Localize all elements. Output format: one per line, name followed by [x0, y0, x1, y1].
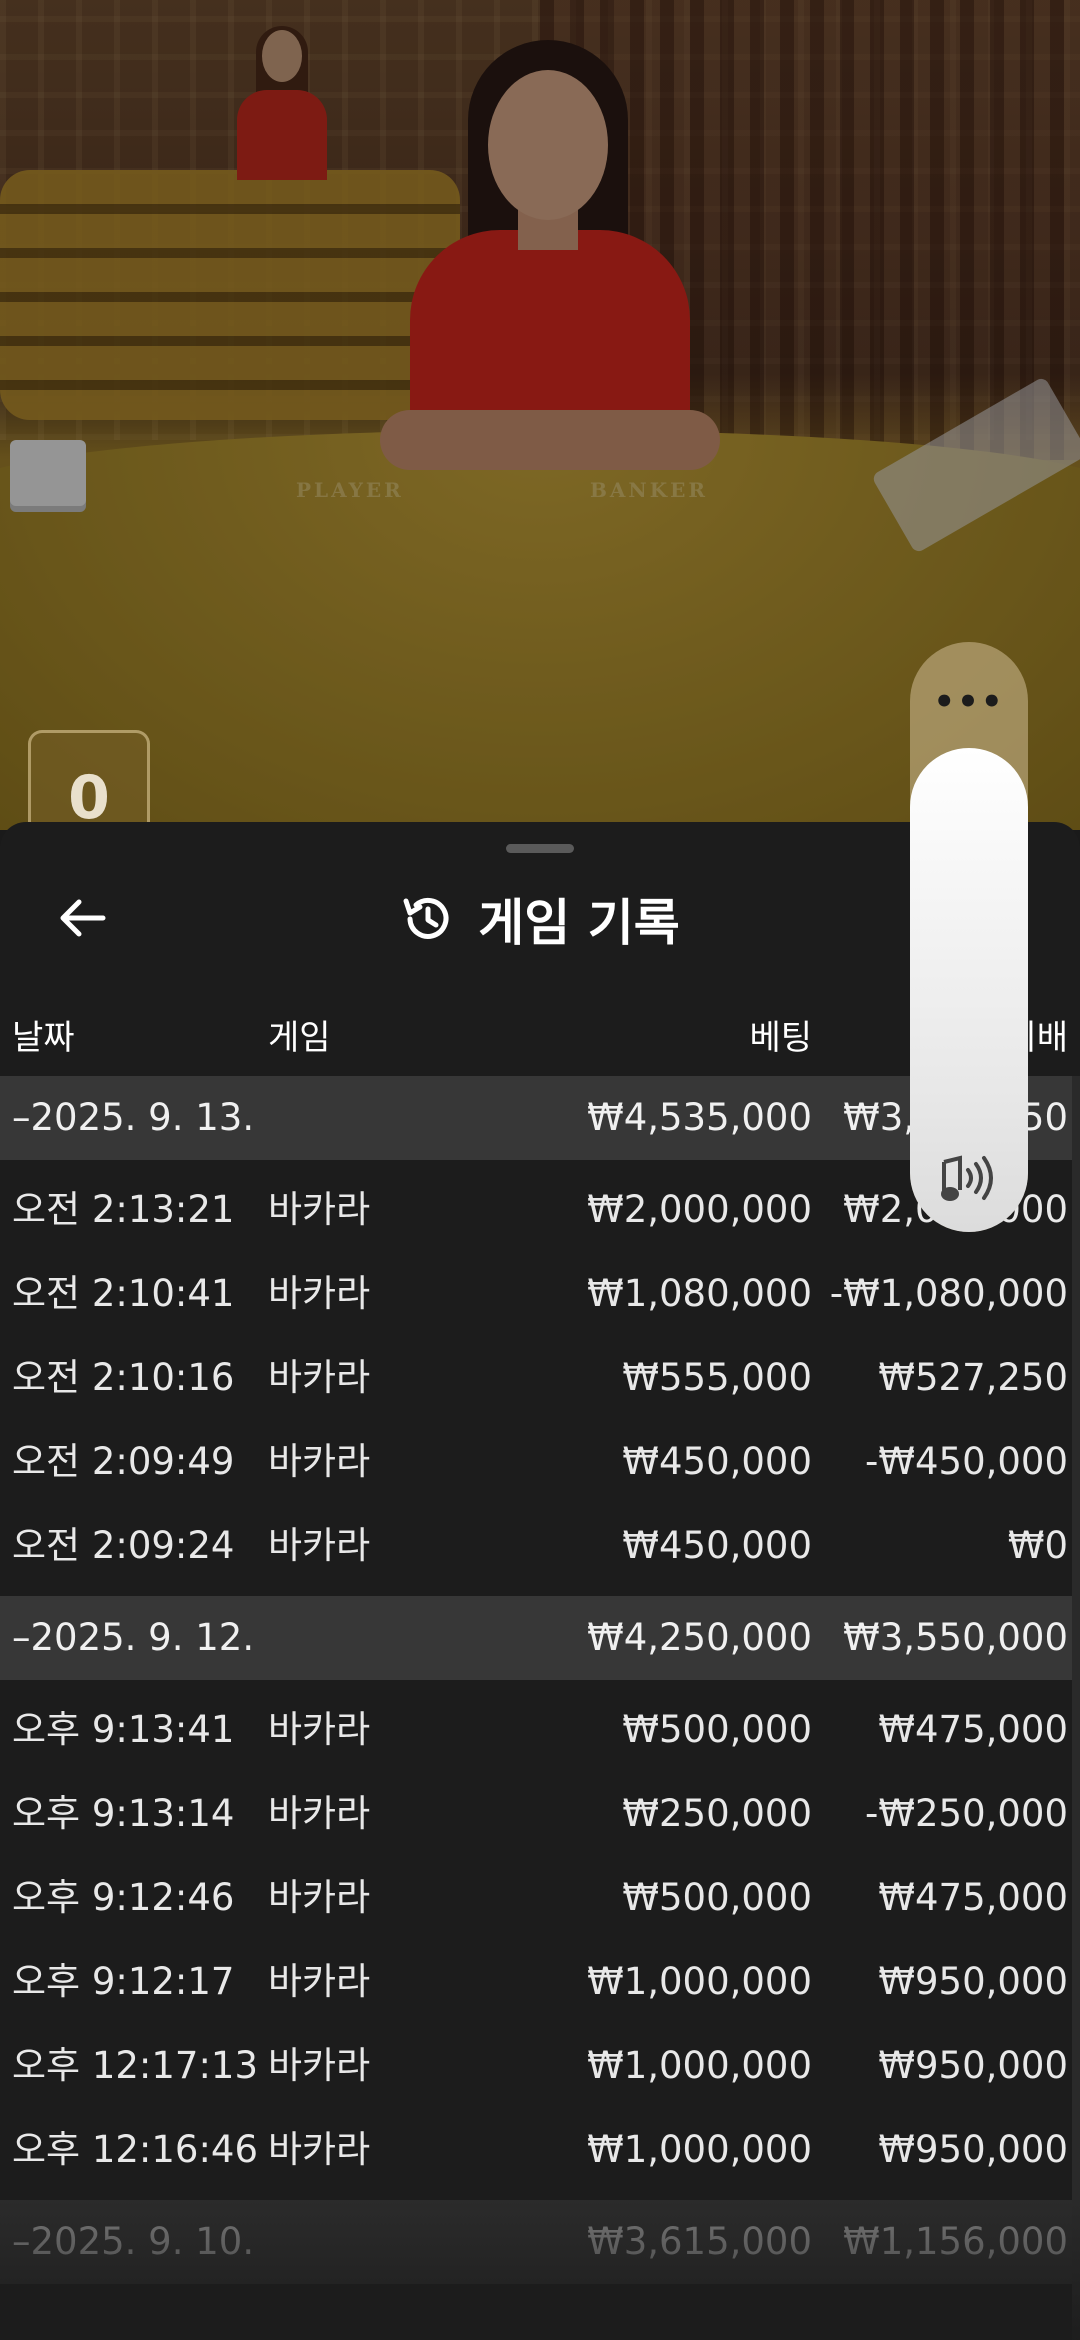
row-payout: ₩950,000 — [878, 2044, 1068, 2087]
row-payout: ₩475,000 — [878, 1708, 1068, 1751]
row-payout: -₩450,000 — [865, 1440, 1068, 1483]
row-time: 오전 2:13:21 — [12, 1188, 235, 1231]
table-row[interactable]: 오전 2:09:24 바카라 ₩450,000 ₩0 — [0, 1504, 1080, 1588]
row-bet: ₩450,000 — [622, 1524, 812, 1567]
row-bet: ₩1,080,000 — [587, 1272, 812, 1315]
row-game: 바카라 — [268, 2128, 371, 2171]
row-bet: ₩555,000 — [622, 1356, 812, 1399]
row-payout: -₩1,080,000 — [829, 1272, 1068, 1315]
table-row[interactable]: 오후 9:12:46 바카라 ₩500,000 ₩475,000 — [0, 1856, 1080, 1940]
column-header-game: 게임 — [268, 1018, 331, 1058]
row-time: 오전 2:10:41 — [12, 1272, 235, 1315]
page-title: 게임 기록 — [478, 894, 680, 952]
column-header-date: 날짜 — [12, 1018, 75, 1058]
row-game: 바카라 — [268, 1188, 371, 1231]
row-time: 오전 2:09:49 — [12, 1440, 235, 1483]
row-game: 바카라 — [268, 1440, 371, 1483]
row-payout: ₩950,000 — [878, 2128, 1068, 2171]
group-date: –2025. 9. 13. — [12, 1096, 255, 1139]
row-game: 바카라 — [268, 1708, 371, 1751]
row-game: 바카라 — [268, 1792, 371, 1835]
group-bet-total: ₩3,615,000 — [587, 2220, 812, 2263]
row-payout: ₩950,000 — [878, 1960, 1068, 2003]
more-icon[interactable]: ••• — [910, 682, 1028, 722]
row-bet: ₩500,000 — [622, 1708, 812, 1751]
row-time: 오후 9:13:14 — [12, 1792, 235, 1835]
row-game: 바카라 — [268, 1356, 371, 1399]
group-bet-total: ₩4,250,000 — [587, 1616, 812, 1659]
row-bet: ₩500,000 — [622, 1876, 812, 1919]
row-bet: ₩450,000 — [622, 1440, 812, 1483]
group-bet-total: ₩4,535,000 — [587, 1096, 812, 1139]
sheet-drag-handle[interactable] — [506, 844, 574, 853]
table-row[interactable]: 오전 2:10:41 바카라 ₩1,080,000 -₩1,080,000 — [0, 1252, 1080, 1336]
row-time: 오후 9:12:46 — [12, 1876, 235, 1919]
row-bet: ₩1,000,000 — [587, 2128, 812, 2171]
row-time: 오후 12:17:13 — [12, 2044, 259, 2087]
speaker-sound-icon — [941, 1155, 993, 1201]
history-table: –2025. 9. 13. ₩4,535,000 ₩3,902,250 오전 2… — [0, 1076, 1080, 2284]
group-date: –2025. 9. 12. — [12, 1616, 255, 1659]
row-time: 오후 12:16:46 — [12, 2128, 259, 2171]
row-time: 오전 2:09:24 — [12, 1524, 235, 1567]
group-date: –2025. 9. 10. — [12, 2220, 255, 2263]
row-time: 오후 9:13:41 — [12, 1708, 235, 1751]
table-row[interactable]: 오전 2:10:16 바카라 ₩555,000 ₩527,250 — [0, 1336, 1080, 1420]
date-group-row[interactable]: –2025. 9. 10. ₩3,615,000 ₩1,156,000 — [0, 2200, 1080, 2284]
row-game: 바카라 — [268, 1272, 371, 1315]
table-row[interactable]: 오후 12:16:46 바카라 ₩1,000,000 ₩950,000 — [0, 2108, 1080, 2192]
date-group-row[interactable]: –2025. 9. 12. ₩4,250,000 ₩3,550,000 — [0, 1596, 1080, 1680]
row-game: 바카라 — [268, 1960, 371, 2003]
row-time: 오후 9:12:17 — [12, 1960, 235, 2003]
group-payout-total: ₩3,550,000 — [843, 1616, 1068, 1659]
history-icon — [403, 897, 449, 939]
group-payout-total: ₩1,156,000 — [843, 2220, 1068, 2263]
table-row[interactable]: 오후 9:13:14 바카라 ₩250,000 -₩250,000 — [0, 1772, 1080, 1856]
row-time: 오전 2:10:16 — [12, 1356, 235, 1399]
row-game: 바카라 — [268, 1524, 371, 1567]
table-row[interactable]: 오후 9:13:41 바카라 ₩500,000 ₩475,000 — [0, 1688, 1080, 1772]
row-game: 바카라 — [268, 1876, 371, 1919]
table-row[interactable]: 오후 9:12:17 바카라 ₩1,000,000 ₩950,000 — [0, 1940, 1080, 2024]
row-game: 바카라 — [268, 2044, 371, 2087]
row-payout: -₩250,000 — [865, 1792, 1068, 1835]
row-bet: ₩2,000,000 — [587, 1188, 812, 1231]
row-bet: ₩1,000,000 — [587, 1960, 812, 2003]
table-row[interactable]: 오전 2:09:49 바카라 ₩450,000 -₩450,000 — [0, 1420, 1080, 1504]
row-bet: ₩1,000,000 — [587, 2044, 812, 2087]
row-payout: ₩475,000 — [878, 1876, 1068, 1919]
scrollbar[interactable] — [1072, 1076, 1080, 2340]
volume-slider[interactable]: ••• — [910, 642, 1028, 1232]
row-payout: ₩0 — [1007, 1524, 1068, 1567]
row-payout: ₩527,250 — [878, 1356, 1068, 1399]
column-header-bet: 베팅 — [749, 1018, 812, 1058]
row-bet: ₩250,000 — [622, 1792, 812, 1835]
table-row[interactable]: 오후 12:17:13 바카라 ₩1,000,000 ₩950,000 — [0, 2024, 1080, 2108]
